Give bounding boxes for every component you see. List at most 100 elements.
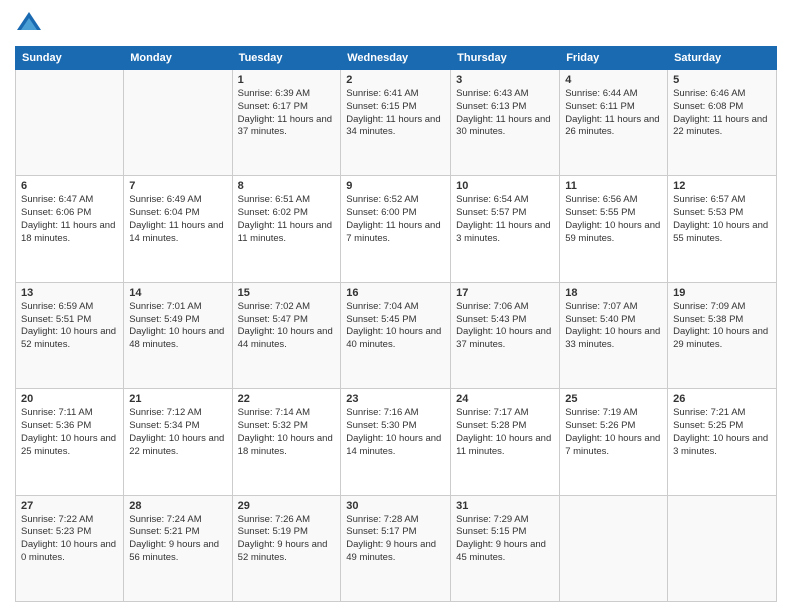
day-info: Sunrise: 7:02 AM Sunset: 5:47 PM Dayligh… <box>238 301 336 352</box>
header <box>15 10 777 38</box>
day-number: 25 <box>565 393 662 405</box>
calendar-cell: 15 Sunrise: 7:02 AM Sunset: 5:47 PM Dayli… <box>232 282 341 388</box>
calendar-cell: 22 Sunrise: 7:14 AM Sunset: 5:32 PM Dayli… <box>232 389 341 495</box>
calendar-cell: 5Sunrise: 6:46 AM Sunset: 6:08 PM Daylig… <box>668 70 777 176</box>
calendar-cell: 28 Sunrise: 7:24 AM Sunset: 5:21 PM Dayli… <box>124 495 232 601</box>
calendar-cell: 8Sunrise: 6:51 AM Sunset: 6:02 PM Daylig… <box>232 176 341 282</box>
day-info: Sunrise: 7:04 AM Sunset: 5:45 PM Dayligh… <box>346 301 445 352</box>
day-info: Sunrise: 7:14 AM Sunset: 5:32 PM Dayligh… <box>238 407 336 458</box>
day-number: 21 <box>129 393 226 405</box>
logo <box>15 10 47 38</box>
calendar-row-4: 27 Sunrise: 7:22 AM Sunset: 5:23 PM Dayli… <box>16 495 777 601</box>
calendar-cell: 13 Sunrise: 6:59 AM Sunset: 5:51 PM Dayli… <box>16 282 124 388</box>
day-info: Sunrise: 6:54 AM Sunset: 5:57 PM Dayligh… <box>456 194 554 245</box>
day-info: Sunrise: 7:17 AM Sunset: 5:28 PM Dayligh… <box>456 407 554 458</box>
calendar-cell: 19 Sunrise: 7:09 AM Sunset: 5:38 PM Dayli… <box>668 282 777 388</box>
day-info: Sunrise: 6:56 AM Sunset: 5:55 PM Dayligh… <box>565 194 662 245</box>
day-number: 7 <box>129 180 226 192</box>
day-info: Sunrise: 7:29 AM Sunset: 5:15 PM Dayligh… <box>456 514 554 565</box>
calendar-cell: 6Sunrise: 6:47 AM Sunset: 6:06 PM Daylig… <box>16 176 124 282</box>
calendar-cell: 7 Sunrise: 6:49 AM Sunset: 6:04 PM Daylig… <box>124 176 232 282</box>
day-number: 4 <box>565 74 662 86</box>
day-info: Sunrise: 7:26 AM Sunset: 5:19 PM Dayligh… <box>238 514 336 565</box>
calendar-cell: 16 Sunrise: 7:04 AM Sunset: 5:45 PM Dayli… <box>341 282 451 388</box>
calendar-cell <box>668 495 777 601</box>
day-info: Sunrise: 7:24 AM Sunset: 5:21 PM Dayligh… <box>129 514 226 565</box>
calendar-cell: 30 Sunrise: 7:28 AM Sunset: 5:17 PM Dayli… <box>341 495 451 601</box>
day-number: 27 <box>21 500 118 512</box>
day-number: 11 <box>565 180 662 192</box>
weekday-header-saturday: Saturday <box>668 47 777 70</box>
day-number: 10 <box>456 180 554 192</box>
weekday-header-row: SundayMondayTuesdayWednesdayThursdayFrid… <box>16 47 777 70</box>
calendar-row-2: 13 Sunrise: 6:59 AM Sunset: 5:51 PM Dayli… <box>16 282 777 388</box>
day-info: Sunrise: 7:22 AM Sunset: 5:23 PM Dayligh… <box>21 514 118 565</box>
calendar-cell: 2 Sunrise: 6:41 AM Sunset: 6:15 PM Daylig… <box>341 70 451 176</box>
calendar-cell: 29 Sunrise: 7:26 AM Sunset: 5:19 PM Dayli… <box>232 495 341 601</box>
day-number: 20 <box>21 393 118 405</box>
day-info: Sunrise: 6:46 AM Sunset: 6:08 PM Dayligh… <box>673 88 771 139</box>
day-info: Sunrise: 7:06 AM Sunset: 5:43 PM Dayligh… <box>456 301 554 352</box>
day-number: 28 <box>129 500 226 512</box>
weekday-header-sunday: Sunday <box>16 47 124 70</box>
day-info: Sunrise: 7:01 AM Sunset: 5:49 PM Dayligh… <box>129 301 226 352</box>
day-number: 18 <box>565 287 662 299</box>
weekday-header-monday: Monday <box>124 47 232 70</box>
day-info: Sunrise: 7:19 AM Sunset: 5:26 PM Dayligh… <box>565 407 662 458</box>
calendar-row-3: 20 Sunrise: 7:11 AM Sunset: 5:36 PM Dayli… <box>16 389 777 495</box>
day-number: 30 <box>346 500 445 512</box>
day-number: 26 <box>673 393 771 405</box>
day-info: Sunrise: 6:49 AM Sunset: 6:04 PM Dayligh… <box>129 194 226 245</box>
calendar-cell: 26 Sunrise: 7:21 AM Sunset: 5:25 PM Dayli… <box>668 389 777 495</box>
day-number: 14 <box>129 287 226 299</box>
logo-icon <box>15 10 43 38</box>
day-number: 3 <box>456 74 554 86</box>
day-info: Sunrise: 7:21 AM Sunset: 5:25 PM Dayligh… <box>673 407 771 458</box>
calendar-cell: 24 Sunrise: 7:17 AM Sunset: 5:28 PM Dayli… <box>451 389 560 495</box>
day-number: 17 <box>456 287 554 299</box>
calendar-cell: 21Sunrise: 7:12 AM Sunset: 5:34 PM Dayli… <box>124 389 232 495</box>
calendar-cell: 25 Sunrise: 7:19 AM Sunset: 5:26 PM Dayli… <box>560 389 668 495</box>
day-info: Sunrise: 6:41 AM Sunset: 6:15 PM Dayligh… <box>346 88 445 139</box>
day-info: Sunrise: 6:59 AM Sunset: 5:51 PM Dayligh… <box>21 301 118 352</box>
day-number: 31 <box>456 500 554 512</box>
day-info: Sunrise: 6:47 AM Sunset: 6:06 PM Dayligh… <box>21 194 118 245</box>
day-info: Sunrise: 6:57 AM Sunset: 5:53 PM Dayligh… <box>673 194 771 245</box>
day-number: 19 <box>673 287 771 299</box>
calendar-cell: 17 Sunrise: 7:06 AM Sunset: 5:43 PM Dayli… <box>451 282 560 388</box>
day-info: Sunrise: 7:11 AM Sunset: 5:36 PM Dayligh… <box>21 407 118 458</box>
day-number: 1 <box>238 74 336 86</box>
day-number: 9 <box>346 180 445 192</box>
day-info: Sunrise: 6:39 AM Sunset: 6:17 PM Dayligh… <box>238 88 336 139</box>
page: SundayMondayTuesdayWednesdayThursdayFrid… <box>0 0 792 612</box>
day-info: Sunrise: 6:51 AM Sunset: 6:02 PM Dayligh… <box>238 194 336 245</box>
day-number: 22 <box>238 393 336 405</box>
day-number: 13 <box>21 287 118 299</box>
day-info: Sunrise: 7:28 AM Sunset: 5:17 PM Dayligh… <box>346 514 445 565</box>
day-number: 15 <box>238 287 336 299</box>
day-number: 16 <box>346 287 445 299</box>
day-number: 29 <box>238 500 336 512</box>
day-number: 23 <box>346 393 445 405</box>
calendar-cell: 14 Sunrise: 7:01 AM Sunset: 5:49 PM Dayli… <box>124 282 232 388</box>
day-number: 2 <box>346 74 445 86</box>
calendar-cell: 31 Sunrise: 7:29 AM Sunset: 5:15 PM Dayli… <box>451 495 560 601</box>
weekday-header-wednesday: Wednesday <box>341 47 451 70</box>
day-number: 24 <box>456 393 554 405</box>
day-info: Sunrise: 6:43 AM Sunset: 6:13 PM Dayligh… <box>456 88 554 139</box>
day-info: Sunrise: 6:52 AM Sunset: 6:00 PM Dayligh… <box>346 194 445 245</box>
day-number: 12 <box>673 180 771 192</box>
calendar-cell <box>16 70 124 176</box>
day-info: Sunrise: 7:07 AM Sunset: 5:40 PM Dayligh… <box>565 301 662 352</box>
day-info: Sunrise: 7:16 AM Sunset: 5:30 PM Dayligh… <box>346 407 445 458</box>
day-info: Sunrise: 6:44 AM Sunset: 6:11 PM Dayligh… <box>565 88 662 139</box>
weekday-header-tuesday: Tuesday <box>232 47 341 70</box>
calendar-cell: 9 Sunrise: 6:52 AM Sunset: 6:00 PM Daylig… <box>341 176 451 282</box>
calendar-cell: 11 Sunrise: 6:56 AM Sunset: 5:55 PM Dayli… <box>560 176 668 282</box>
day-info: Sunrise: 7:09 AM Sunset: 5:38 PM Dayligh… <box>673 301 771 352</box>
calendar-cell: 27 Sunrise: 7:22 AM Sunset: 5:23 PM Dayli… <box>16 495 124 601</box>
calendar-cell <box>124 70 232 176</box>
calendar-table: SundayMondayTuesdayWednesdayThursdayFrid… <box>15 46 777 602</box>
calendar-cell: 1 Sunrise: 6:39 AM Sunset: 6:17 PM Daylig… <box>232 70 341 176</box>
calendar-cell: 4 Sunrise: 6:44 AM Sunset: 6:11 PM Daylig… <box>560 70 668 176</box>
